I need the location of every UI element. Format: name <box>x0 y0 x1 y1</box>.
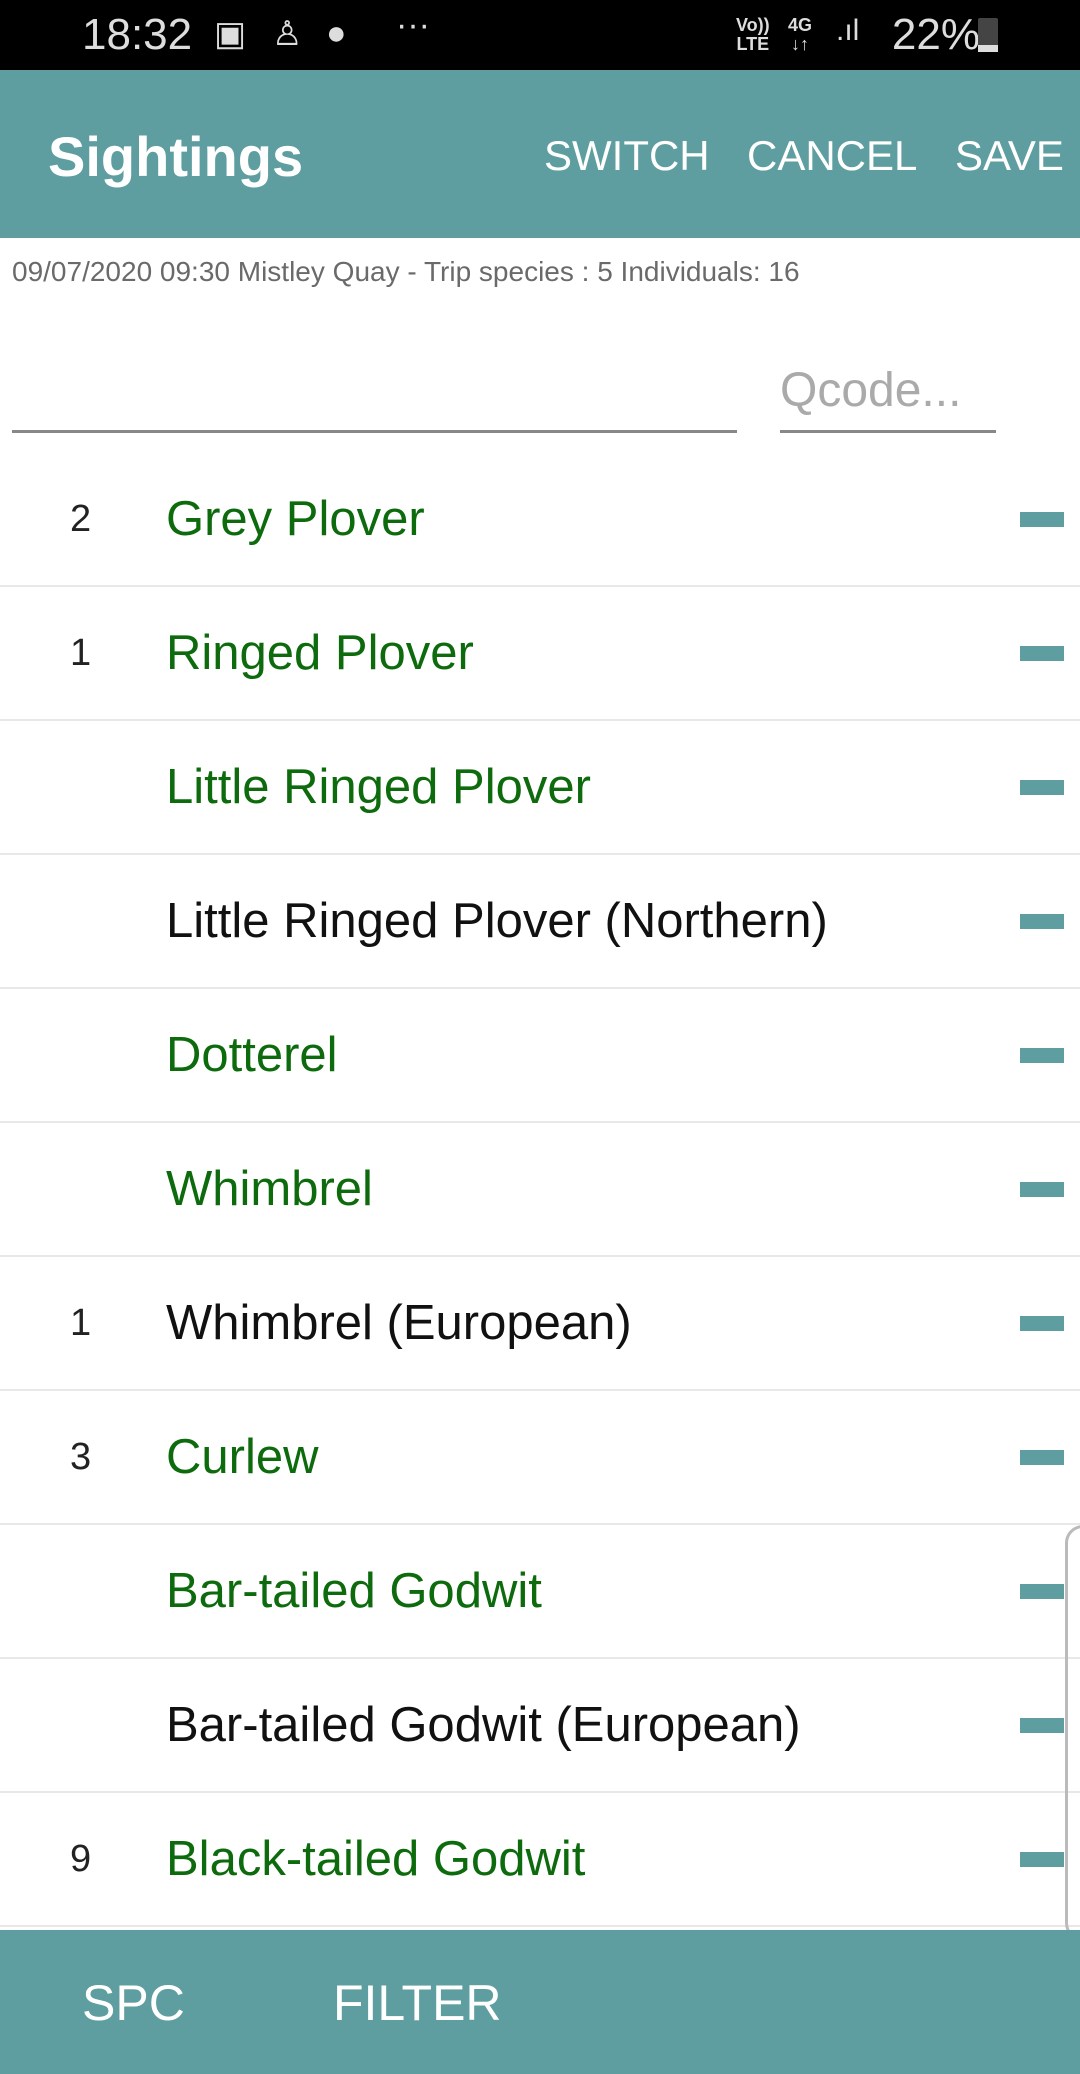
sighting-count: 9 <box>70 1838 92 1880</box>
species-name[interactable]: Black-tailed Godwit <box>166 1793 585 1925</box>
signal-icon: .ıl <box>836 14 860 47</box>
spc-button[interactable]: SPC <box>82 1974 185 2032</box>
volte-icon: Vo)) LTE <box>736 15 770 54</box>
more-dots-icon: ··· <box>396 6 430 44</box>
battery-icon <box>978 18 998 52</box>
save-button[interactable]: SAVE <box>955 132 1064 180</box>
species-name[interactable]: Curlew <box>166 1391 318 1523</box>
species-row[interactable]: 3 Curlew <box>0 1391 1080 1525</box>
decrement-icon[interactable] <box>1020 1048 1064 1063</box>
species-row[interactable]: 9 Black-tailed Godwit <box>0 1793 1080 1927</box>
species-name[interactable]: Whimbrel (European) <box>166 1257 632 1389</box>
status-bar: 18:32 ▣ ♙ ● ··· Vo)) LTE 4G ↓↑ .ıl 22% <box>0 0 1080 70</box>
sighting-count: 3 <box>70 1436 92 1478</box>
sighting-count: 1 <box>70 632 92 674</box>
battery-percent: 22% <box>891 10 980 59</box>
species-name[interactable]: Little Ringed Plover <box>166 721 591 853</box>
species-row[interactable]: Little Ringed Plover <box>0 721 1080 855</box>
species-row[interactable]: Bar-tailed Godwit (European) <box>0 1659 1080 1793</box>
species-name[interactable]: Whimbrel <box>166 1123 373 1255</box>
decrement-icon[interactable] <box>1020 1852 1064 1867</box>
species-row[interactable]: 1 Ringed Plover <box>0 587 1080 721</box>
qcode-input[interactable] <box>780 350 996 433</box>
clock: 18:32 <box>82 10 193 59</box>
species-name[interactable]: Bar-tailed Godwit <box>166 1525 542 1657</box>
species-name[interactable]: Grey Plover <box>166 453 425 585</box>
species-search-input[interactable] <box>12 350 737 433</box>
decrement-icon[interactable] <box>1020 1316 1064 1331</box>
decrement-icon[interactable] <box>1020 780 1064 795</box>
trip-summary: 09/07/2020 09:30 Mistley Quay - Trip spe… <box>12 256 800 287</box>
species-name[interactable]: Little Ringed Plover (Northern) <box>166 855 828 987</box>
page-title: Sightings <box>48 125 304 188</box>
species-list: 2 Grey Plover 1 Ringed Plover Little Ringed … <box>0 453 1080 1927</box>
decrement-icon[interactable] <box>1020 1182 1064 1197</box>
species-row[interactable]: 2 Grey Plover <box>0 453 1080 587</box>
app-bar: Sightings SWITCH CANCEL SAVE <box>0 70 1080 238</box>
species-row[interactable]: Bar-tailed Godwit <box>0 1525 1080 1659</box>
switch-button[interactable]: SWITCH <box>544 132 710 180</box>
notification-icon: ♙ <box>272 15 303 53</box>
decrement-icon[interactable] <box>1020 1450 1064 1465</box>
bird-app-icon: ● <box>326 14 347 52</box>
species-name[interactable]: Dotterel <box>166 989 338 1121</box>
decrement-icon[interactable] <box>1020 1584 1064 1599</box>
species-row[interactable]: 1 Whimbrel (European) <box>0 1257 1080 1391</box>
filter-button[interactable]: FILTER <box>333 1974 502 2032</box>
scrollbar[interactable] <box>1065 1525 1080 1941</box>
species-name[interactable]: Ringed Plover <box>166 587 474 719</box>
decrement-icon[interactable] <box>1020 1718 1064 1733</box>
network-4g-icon: 4G ↓↑ <box>788 15 813 54</box>
bottom-bar: SPC FILTER <box>0 1930 1080 2074</box>
cancel-button[interactable]: CANCEL <box>747 132 917 180</box>
sighting-count: 2 <box>70 498 92 540</box>
image-icon: ▣ <box>214 15 247 53</box>
species-row[interactable]: Whimbrel <box>0 1123 1080 1257</box>
decrement-icon[interactable] <box>1020 512 1064 527</box>
sighting-count: 1 <box>70 1302 92 1344</box>
species-row[interactable]: Little Ringed Plover (Northern) <box>0 855 1080 989</box>
decrement-icon[interactable] <box>1020 914 1064 929</box>
species-row[interactable]: Dotterel <box>0 989 1080 1123</box>
decrement-icon[interactable] <box>1020 646 1064 661</box>
species-name[interactable]: Bar-tailed Godwit (European) <box>166 1659 801 1791</box>
